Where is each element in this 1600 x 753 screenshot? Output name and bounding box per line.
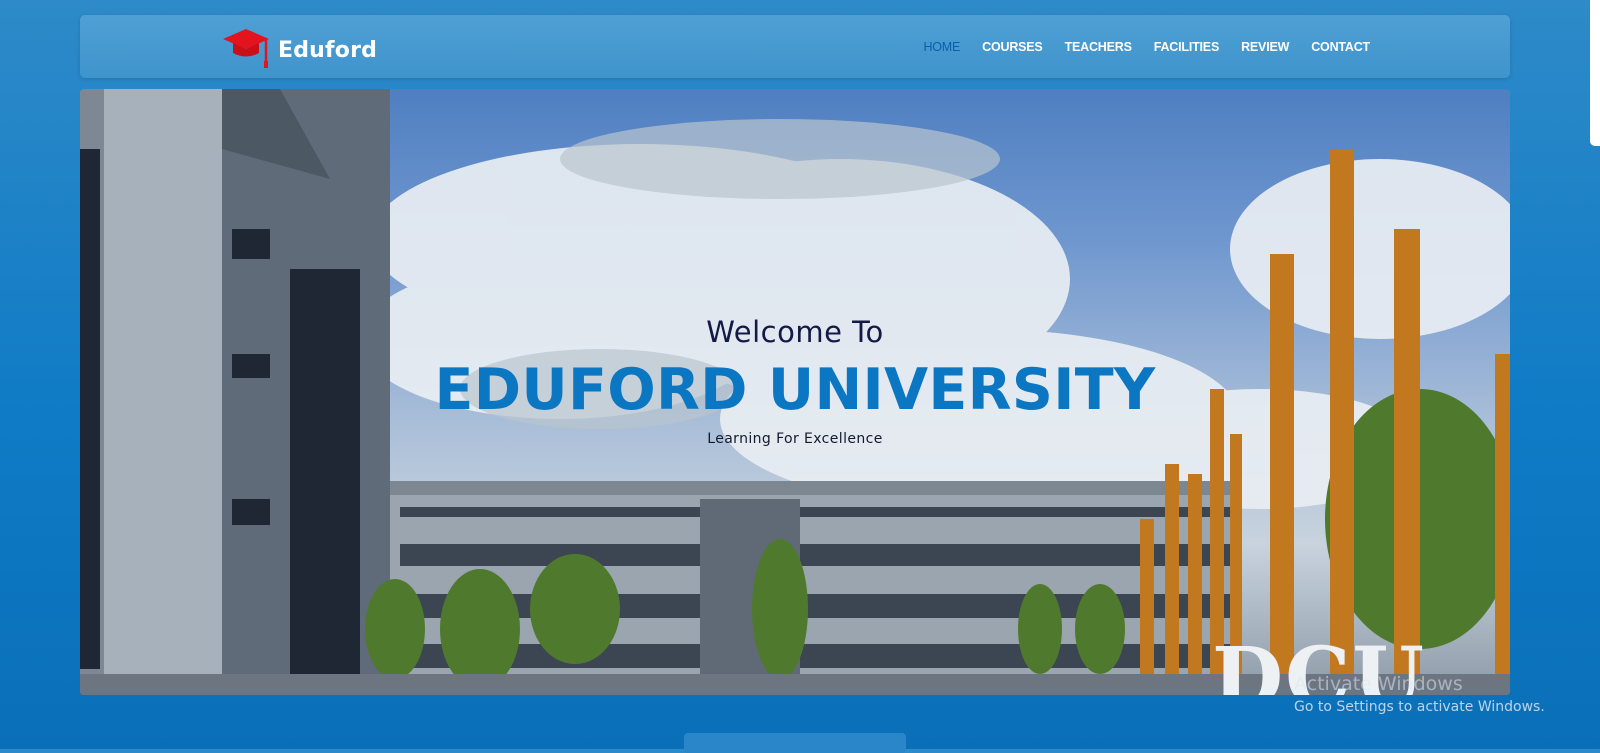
- nav-menu: HOME COURSES TEACHERS FACILITIES REVIEW …: [923, 15, 1370, 78]
- next-section-tab: [684, 733, 906, 753]
- nav-courses[interactable]: COURSES: [982, 40, 1043, 54]
- navbar: Eduford HOME COURSES TEACHERS FACILITIES…: [80, 15, 1510, 78]
- hero-text: Welcome To EDUFORD UNIVERSITY Learning F…: [80, 315, 1510, 447]
- hero-welcome: Welcome To: [706, 315, 884, 349]
- hero-title: EDUFORD UNIVERSITY: [434, 357, 1156, 423]
- watermark-title: Activate Windows: [1294, 673, 1463, 695]
- nav-teachers[interactable]: TEACHERS: [1065, 40, 1132, 54]
- scrollbar-thumb[interactable]: [1590, 0, 1600, 146]
- brand-logo-link[interactable]: Eduford: [222, 27, 377, 73]
- hero-tagline: Learning For Excellence: [707, 431, 883, 447]
- nav-review[interactable]: REVIEW: [1241, 40, 1289, 54]
- nav-facilities[interactable]: FACILITIES: [1154, 40, 1220, 54]
- watermark-subtitle: Go to Settings to activate Windows.: [1294, 699, 1545, 715]
- hero-banner: Welcome To EDUFORD UNIVERSITY Learning F…: [80, 89, 1510, 695]
- graduation-cap-icon: [222, 27, 270, 73]
- nav-contact[interactable]: CONTACT: [1311, 40, 1370, 54]
- brand-name: Eduford: [278, 37, 378, 63]
- nav-home[interactable]: HOME: [923, 40, 960, 54]
- activate-windows-watermark: Activate Windows Go to Settings to activ…: [1294, 673, 1545, 715]
